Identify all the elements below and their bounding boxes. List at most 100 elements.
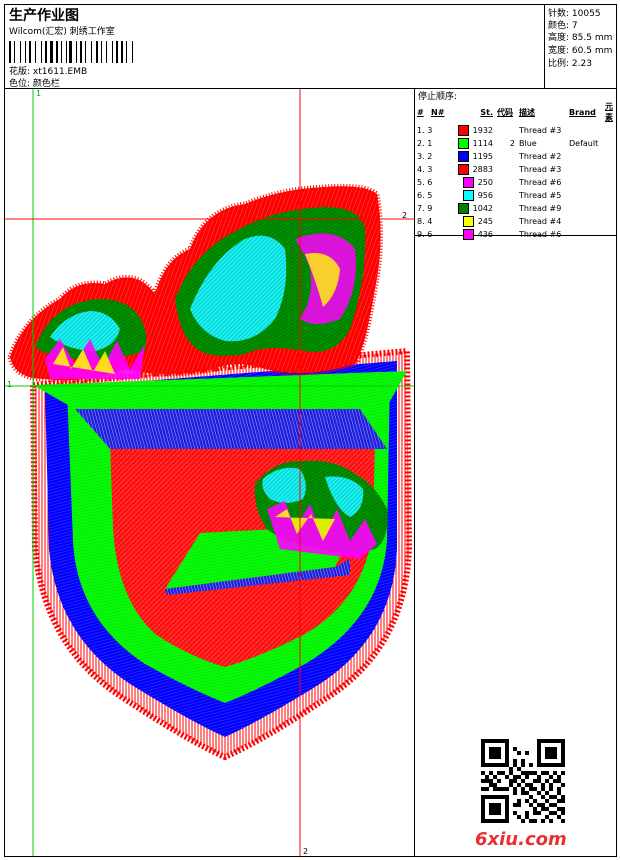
qr-module [489, 807, 493, 811]
stop-sequence-table: # N# St. 代码 描述 Brand 元素 1. 3 1932 Thread #… [415, 100, 616, 241]
qr-module [493, 819, 497, 823]
qr-module [557, 739, 561, 743]
barcode-bar [32, 41, 34, 63]
qr-module [561, 759, 565, 763]
row-stitches: 1114 [447, 137, 495, 150]
color-label: 色位: [9, 79, 31, 89]
qr-module [549, 755, 553, 759]
qr-module [541, 819, 545, 823]
col-needle: N# [431, 107, 445, 117]
guide-label-h2: 2 [402, 211, 408, 220]
qr-module [493, 795, 497, 799]
barcode-bar [134, 41, 136, 63]
qr-module [493, 783, 497, 787]
barcode-bar [80, 41, 83, 63]
qr-module [521, 759, 525, 763]
qr-module [533, 771, 537, 775]
row-description: Thread #3 [519, 126, 562, 135]
qr-module [525, 815, 529, 819]
qr-module [525, 791, 529, 795]
qr-module [557, 787, 561, 791]
embroidery-design [5, 89, 414, 856]
qr-module [497, 739, 501, 743]
qr-module [517, 751, 521, 755]
qr-module [501, 763, 505, 767]
qr-module [545, 771, 549, 775]
qr-module [541, 783, 545, 787]
qr-module [537, 759, 541, 763]
qr-module [489, 819, 493, 823]
qr-module [549, 783, 553, 787]
qr-module [481, 751, 485, 755]
qr-module [521, 791, 525, 795]
qr-module [481, 815, 485, 819]
row-element [603, 189, 616, 202]
qr-module [537, 791, 541, 795]
qr-module [489, 803, 493, 807]
qr-module [489, 747, 493, 751]
color-swatch [457, 164, 469, 175]
qr-module [541, 771, 545, 775]
barcode-bar [16, 41, 19, 63]
qr-module [485, 775, 489, 779]
qr-module [561, 807, 565, 811]
qr-module [525, 771, 529, 775]
qr-module [537, 803, 541, 807]
qr-module [481, 739, 485, 743]
qr-module [561, 743, 565, 747]
row-index: 3. 2 [417, 152, 433, 161]
qr-module [493, 775, 497, 779]
qr-module [529, 819, 533, 823]
qr-module [541, 763, 545, 767]
barcode-bar [78, 41, 79, 63]
qr-module [509, 771, 513, 775]
color-line: 色位: 颜色栏 [9, 76, 60, 89]
software-name: Wilcom(汇宏) 刺绣工作室 [9, 27, 115, 37]
row-stitches: 956 [447, 189, 495, 202]
row-index: 7. 9 [417, 204, 433, 213]
row-element [603, 202, 616, 215]
qr-module [517, 775, 521, 779]
row-code [495, 150, 517, 163]
qr-module [497, 811, 501, 815]
qr-module [497, 787, 501, 791]
row-element [603, 163, 616, 176]
barcode-bar [96, 41, 99, 63]
qr-module [505, 775, 509, 779]
row-description: Thread #4 [519, 217, 562, 226]
qr-module [517, 767, 521, 771]
barcode-bar [43, 41, 44, 63]
qr-module [485, 779, 489, 783]
barcode-bar [131, 41, 133, 63]
qr-module [513, 759, 517, 763]
top-claw-motif [7, 183, 384, 383]
row-description: Blue [519, 139, 537, 148]
side-panel: 停止顺序: # N# St. 代码 描述 Brand 元素 1. 3 1932 Th… [415, 89, 616, 856]
barcode-bar [40, 41, 42, 63]
qr-module [485, 787, 489, 791]
qr-module [481, 763, 485, 767]
color-swatch [462, 216, 474, 227]
row-description: Thread #6 [519, 230, 562, 239]
qr-module [557, 763, 561, 767]
qr-module [481, 779, 485, 783]
barcode-bar [91, 41, 93, 63]
barcode-bar [124, 41, 125, 63]
qr-module [485, 795, 489, 799]
qr-module [497, 763, 501, 767]
row-code [495, 215, 517, 228]
qr-module [513, 763, 517, 767]
barcode-bar [121, 41, 123, 63]
qr-module [561, 783, 565, 787]
barcode-bar [67, 41, 68, 63]
qr-module [493, 751, 497, 755]
qr-module [557, 775, 561, 779]
qr-module [525, 775, 529, 779]
barcode-bar [65, 41, 67, 63]
qr-code [481, 739, 565, 823]
qr-module [529, 771, 533, 775]
barcode-bar [114, 41, 115, 63]
stop-sequence: 停止顺序: # N# St. 代码 描述 Brand 元素 1. 3 1932 Th… [415, 89, 616, 240]
barcode-bar [83, 41, 84, 63]
row-element [603, 124, 616, 137]
